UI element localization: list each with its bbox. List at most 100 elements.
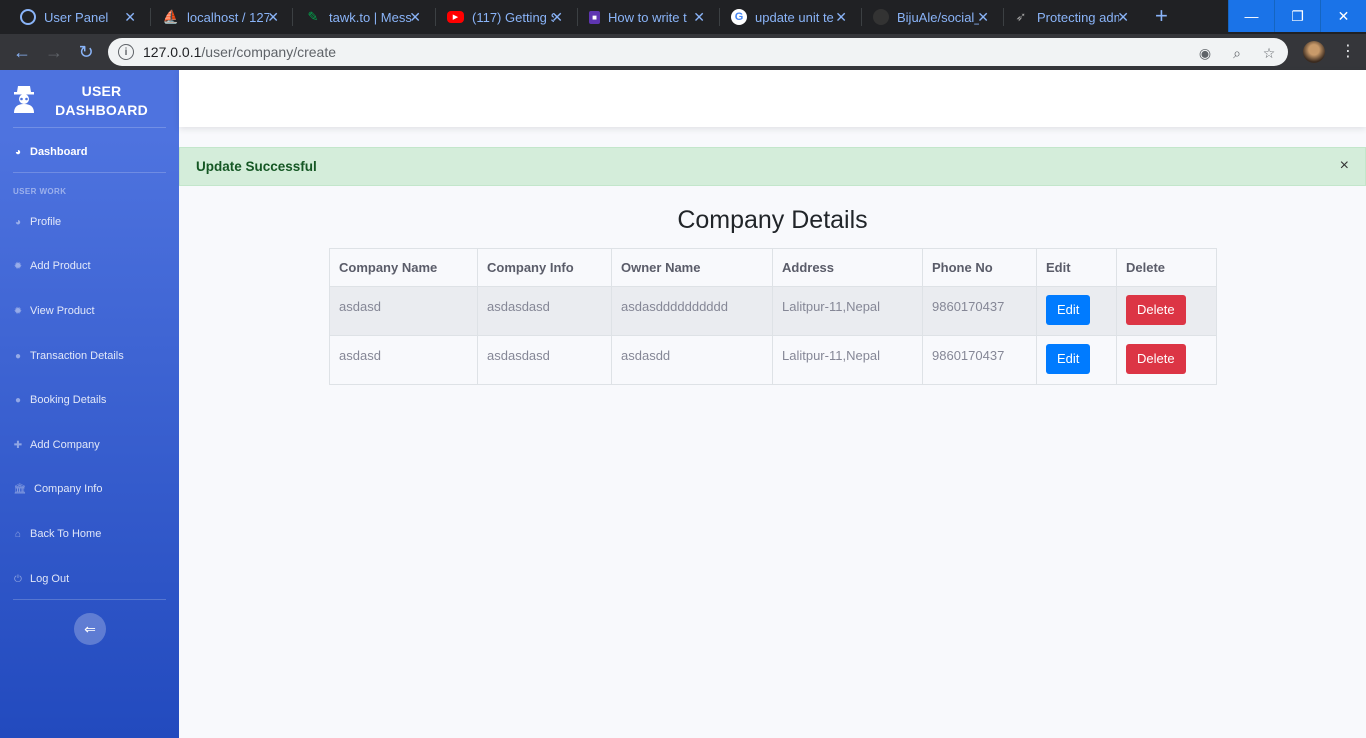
- back-arrow-icon[interactable]: ←: [10, 40, 34, 64]
- success-alert: Update Successful ×: [179, 147, 1366, 186]
- tachometer-icon: ◕: [14, 146, 22, 158]
- cookie-blocked-icon[interactable]: ◉: [1196, 44, 1214, 62]
- sidebar-item-label: Add Product: [30, 260, 91, 272]
- cell-company-name: asdasd: [329, 335, 478, 385]
- cell-delete: Delete: [1116, 286, 1217, 336]
- table-header-row: Company Name Company Info Owner Name Add…: [329, 248, 1217, 287]
- tab-title: update unit te: [755, 9, 834, 25]
- forward-arrow-icon[interactable]: →: [42, 40, 66, 64]
- cell-owner-name: asdasdd: [611, 335, 773, 385]
- sidebar-item-label: Profile: [30, 216, 62, 228]
- brand-text: USER DASHBOARD: [55, 83, 148, 118]
- browser-tab-tawk[interactable]: ✎ tawk.to | Mess ✕: [285, 0, 433, 34]
- close-icon[interactable]: ✕: [977, 9, 989, 26]
- edit-button[interactable]: Edit: [1046, 295, 1091, 325]
- github-icon: [873, 9, 889, 25]
- table-row: asdasd asdasdasd asdasdd Lalitpur-11,Nep…: [329, 335, 1217, 385]
- browser-tab-localhost[interactable]: ⛵ localhost / 127 ✕: [143, 0, 291, 34]
- cell-phone: 9860170437: [922, 335, 1037, 385]
- reload-icon[interactable]: ↻: [74, 40, 98, 64]
- sidebar-item-label: View Product: [30, 305, 95, 317]
- new-tab-button[interactable]: +: [1155, 3, 1168, 29]
- window-controls: — ❐ ✕: [1228, 0, 1366, 32]
- sidebar-item-label: Dashboard: [30, 146, 88, 158]
- close-icon[interactable]: ✕: [267, 9, 279, 26]
- user-icon: ●: [14, 350, 22, 362]
- profile-avatar[interactable]: [1303, 41, 1325, 63]
- browser-tab-bar: User Panel ✕ ⛵ localhost / 127 ✕ ✎ tawk.…: [0, 0, 1366, 34]
- tab-title: Protecting adm: [1037, 9, 1119, 25]
- minimize-icon[interactable]: —: [1228, 0, 1274, 32]
- menu-icon[interactable]: ⋮: [1340, 42, 1356, 62]
- cell-company-name: asdasd: [329, 286, 478, 336]
- sidebar: USER DASHBOARD ◕ Dashboard USER WORK ◕ P…: [0, 70, 179, 738]
- sidebar-item-log-out[interactable]: ⏻ Log Out: [13, 569, 173, 589]
- cell-address: Lalitpur-11,Nepal: [772, 335, 923, 385]
- tab-title: How to write t: [608, 9, 687, 25]
- laracasts-icon: ■: [589, 10, 600, 24]
- tab-title: localhost / 127: [187, 9, 269, 25]
- sidebar-item-back-to-home[interactable]: ⌂ Back To Home: [13, 524, 173, 544]
- restore-icon[interactable]: ❐: [1274, 0, 1320, 32]
- sidebar-toggle-button[interactable]: ⇐: [74, 613, 106, 645]
- zoom-icon[interactable]: ⌕: [1228, 44, 1246, 62]
- browser-tab-user-panel[interactable]: User Panel ✕: [0, 0, 148, 34]
- column-header: Company Name: [329, 248, 478, 287]
- sidebar-item-transaction-details[interactable]: ● Transaction Details: [13, 346, 173, 366]
- sidebar-brand[interactable]: USER DASHBOARD: [0, 70, 179, 128]
- sidebar-item-label: Booking Details: [30, 394, 107, 406]
- cell-edit: Edit: [1036, 286, 1117, 336]
- sidebar-item-company-info[interactable]: 🏛 Company Info: [13, 479, 173, 499]
- bank-icon: 🏛: [13, 483, 27, 495]
- browser-tab-laracasts[interactable]: ■ How to write t ✕: [569, 0, 717, 34]
- pen-icon: ➶: [1015, 9, 1027, 24]
- user-secret-icon: [12, 83, 36, 113]
- close-icon[interactable]: ✕: [409, 9, 421, 26]
- google-icon: G: [731, 9, 747, 25]
- arrow-left-icon: ⇐: [84, 620, 96, 637]
- tab-title: User Panel: [44, 9, 109, 25]
- delete-button[interactable]: Delete: [1126, 295, 1186, 325]
- address-bar[interactable]: i 127.0.0.1/user/company/create ◉ ⌕ ☆: [108, 38, 1288, 66]
- cell-address: Lalitpur-11,Nepal: [772, 286, 923, 336]
- close-icon[interactable]: ✕: [835, 9, 847, 26]
- sidebar-item-view-product[interactable]: ✹ View Product: [13, 301, 173, 321]
- sidebar-divider: [13, 127, 166, 128]
- cell-phone: 9860170437: [922, 286, 1037, 336]
- close-icon[interactable]: ✕: [551, 9, 563, 26]
- sidebar-item-label: Company Info: [34, 483, 103, 495]
- sidebar-item-dashboard[interactable]: ◕ Dashboard: [13, 142, 173, 162]
- sidebar-item-label: Transaction Details: [30, 350, 124, 362]
- browser-tab-google[interactable]: G update unit te ✕: [711, 0, 859, 34]
- star-icon[interactable]: ☆: [1260, 44, 1278, 62]
- column-header: Owner Name: [611, 248, 773, 287]
- column-header: Address: [772, 248, 923, 287]
- alert-message: Update Successful: [196, 159, 317, 174]
- cell-owner-name: asdasdddddddddd: [611, 286, 773, 336]
- browser-tab-youtube[interactable]: ▶ (117) Getting S ✕: [427, 0, 575, 34]
- browser-tab-github[interactable]: BijuAle/social_ ✕: [853, 0, 1001, 34]
- close-icon[interactable]: ✕: [693, 9, 705, 26]
- close-icon[interactable]: ✕: [1117, 9, 1129, 26]
- delete-button[interactable]: Delete: [1126, 344, 1186, 374]
- sidebar-item-booking-details[interactable]: ● Booking Details: [13, 390, 173, 410]
- sidebar-item-profile[interactable]: ◕ Profile: [13, 212, 173, 232]
- browser-tab-protecting[interactable]: ➶ Protecting adm ✕: [993, 0, 1141, 34]
- cell-delete: Delete: [1116, 335, 1217, 385]
- cell-company-info: asdasdasd: [477, 286, 612, 336]
- youtube-icon: ▶: [447, 11, 464, 23]
- close-icon[interactable]: ×: [1340, 157, 1349, 175]
- sidebar-item-label: Log Out: [30, 573, 70, 585]
- sidebar-heading: USER WORK: [13, 187, 67, 196]
- sidebar-item-add-company[interactable]: ✚ Add Company: [13, 435, 173, 455]
- sidebar-item-add-product[interactable]: ✹ Add Product: [13, 256, 173, 276]
- site-info-icon[interactable]: i: [118, 44, 134, 60]
- company-details-table: Company Name Company Info Owner Name Add…: [329, 248, 1217, 385]
- url-host: 127.0.0.1: [143, 44, 202, 60]
- cell-edit: Edit: [1036, 335, 1117, 385]
- column-header: Company Info: [477, 248, 612, 287]
- edit-button[interactable]: Edit: [1046, 344, 1091, 374]
- home-icon: ⌂: [14, 528, 22, 540]
- close-icon[interactable]: ✕: [124, 9, 136, 26]
- close-window-icon[interactable]: ✕: [1320, 0, 1366, 32]
